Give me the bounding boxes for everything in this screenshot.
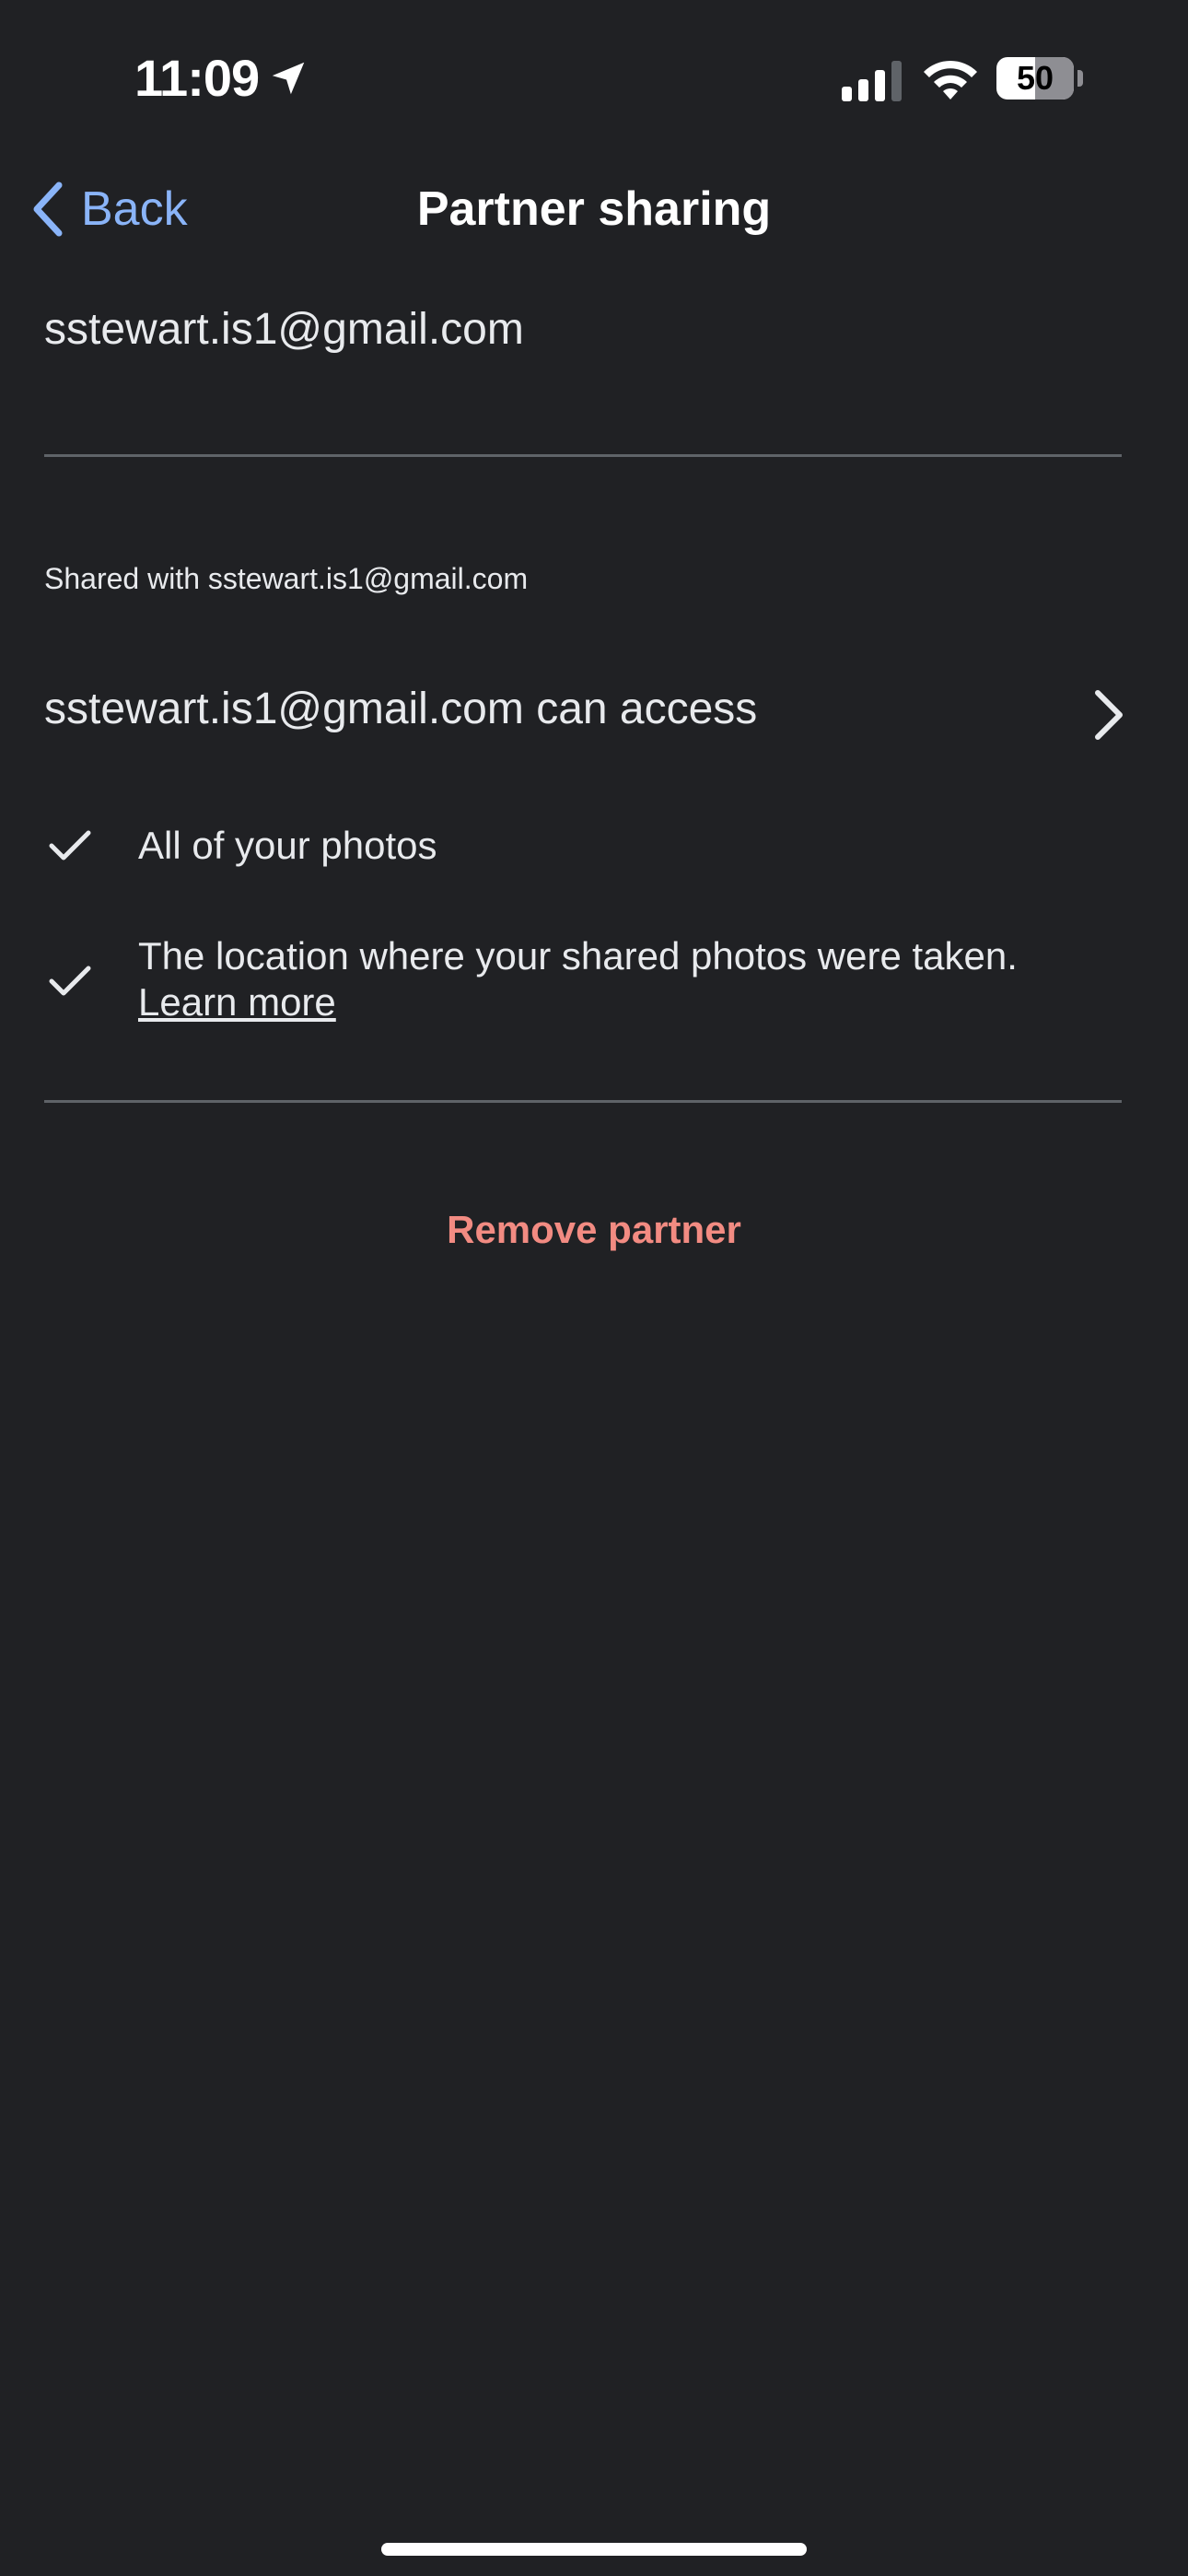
back-button[interactable]: Back — [31, 177, 188, 241]
back-label: Back — [81, 182, 188, 236]
status-time: 11:09 — [134, 49, 260, 107]
divider — [44, 1100, 1122, 1103]
check-icon — [49, 966, 91, 996]
battery-icon: 50 — [996, 57, 1074, 100]
section-label: Shared with sstewart.is1@gmail.com — [44, 562, 529, 595]
battery-cap — [1077, 70, 1083, 87]
access-item-location: The location where your shared photos we… — [138, 933, 1096, 1025]
chevron-right-icon — [1095, 690, 1123, 740]
chevron-left-icon — [33, 181, 63, 237]
wifi-icon — [924, 60, 977, 100]
divider — [44, 454, 1122, 457]
access-label: sstewart.is1@gmail.com can access — [44, 685, 758, 733]
check-icon — [49, 830, 91, 861]
partner-email: sstewart.is1@gmail.com — [44, 305, 524, 354]
remove-partner-button[interactable]: Remove partner — [0, 1198, 1188, 1262]
battery-percent: 50 — [1016, 59, 1054, 97]
location-arrow-icon — [272, 62, 305, 95]
access-item-all-photos: All of your photos — [138, 824, 437, 867]
location-text: The location where your shared photos we… — [138, 934, 1018, 978]
cellular-signal-icon — [842, 61, 902, 101]
learn-more-link[interactable]: Learn more — [138, 980, 336, 1024]
access-settings-row[interactable]: sstewart.is1@gmail.com can access — [0, 673, 1188, 755]
home-indicator — [381, 2543, 807, 2556]
